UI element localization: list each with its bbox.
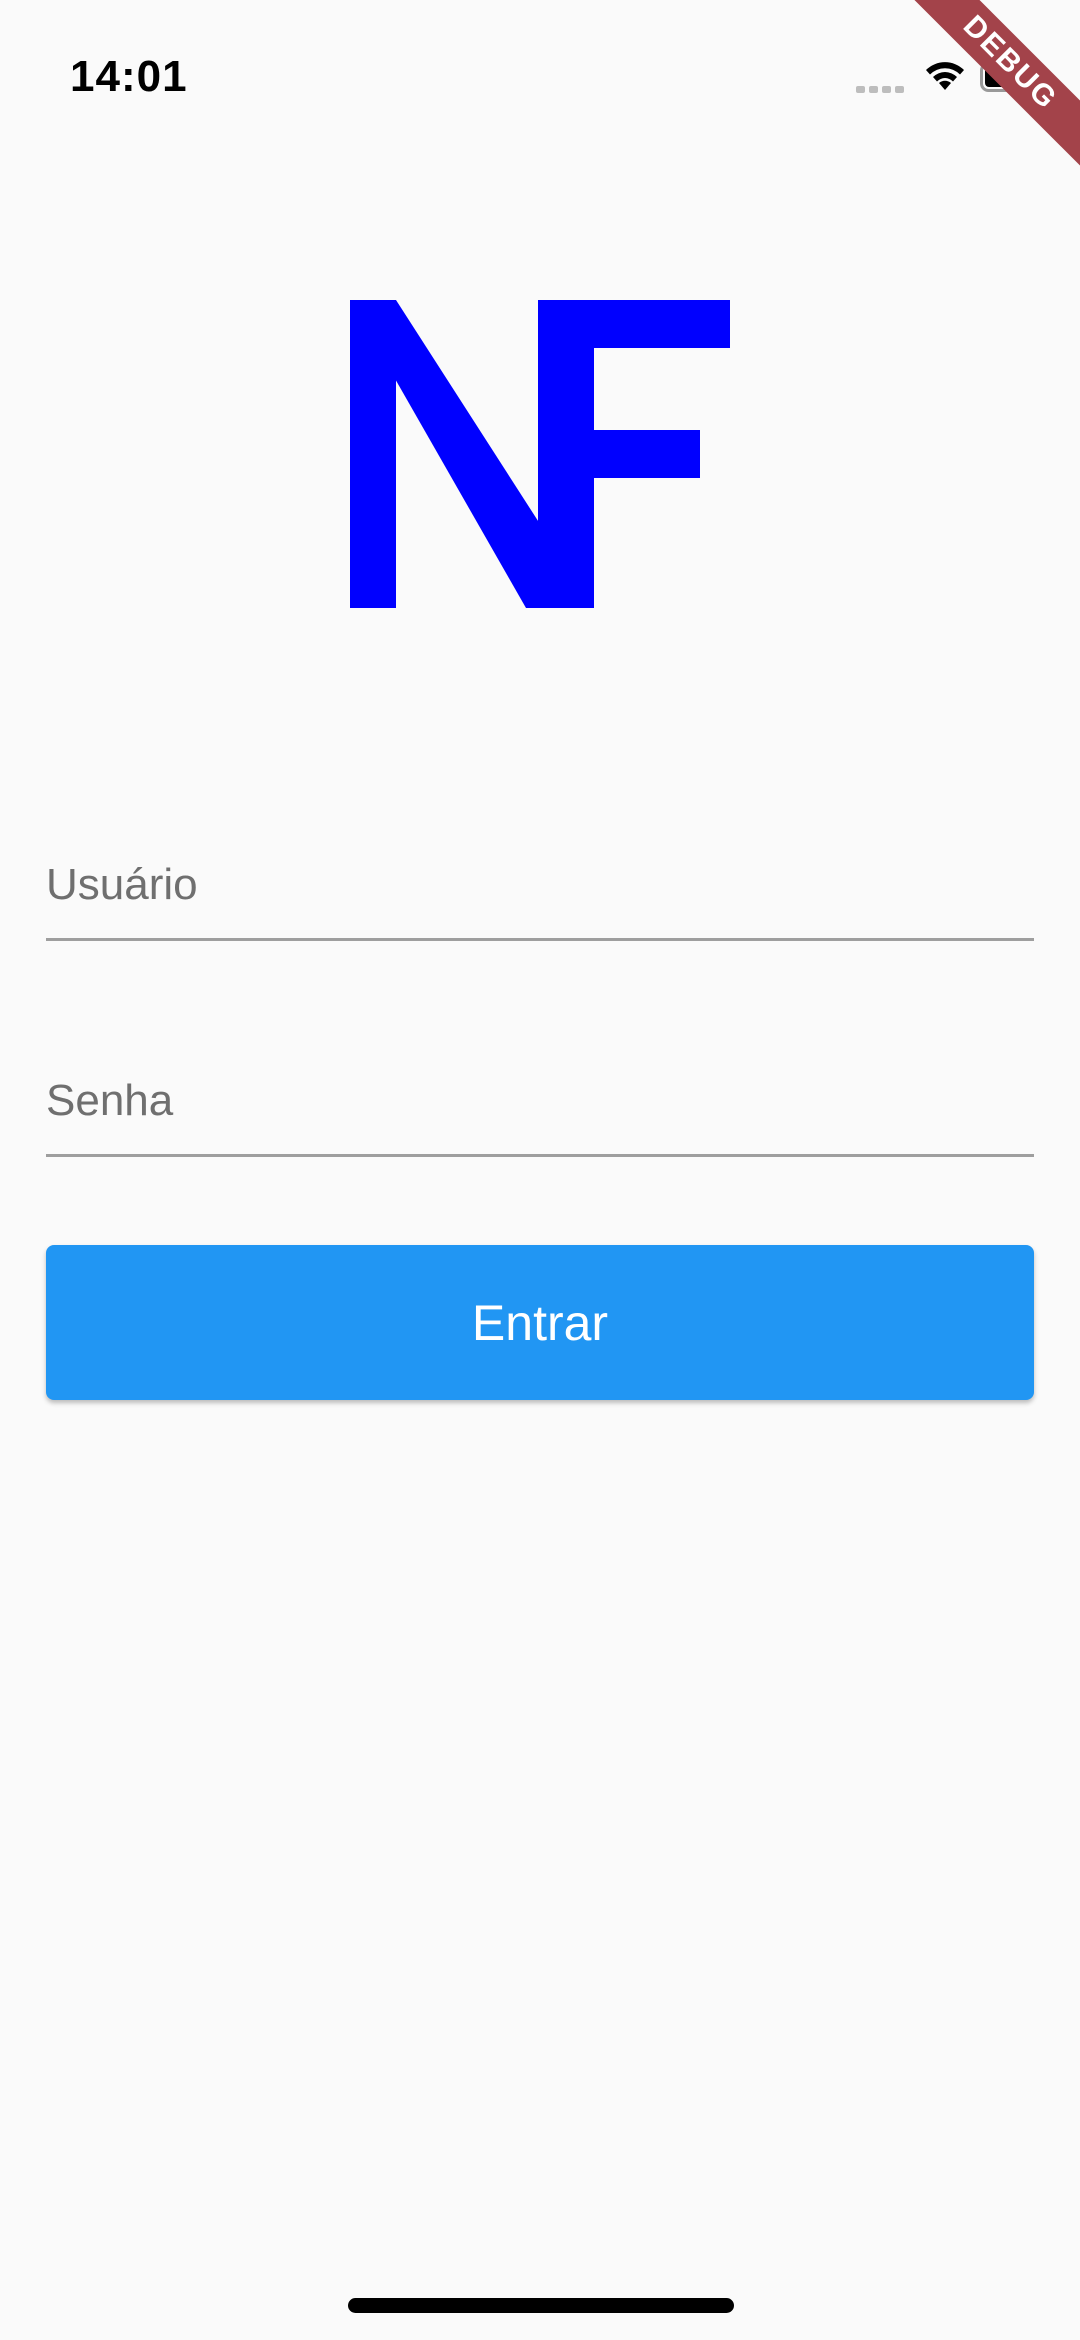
username-field[interactable]	[46, 838, 1034, 941]
login-button[interactable]: Entrar	[46, 1245, 1034, 1400]
wifi-icon	[926, 62, 964, 90]
battery-icon	[980, 62, 1044, 92]
username-input[interactable]	[46, 838, 1034, 938]
nf-logo	[350, 300, 730, 608]
cellular-signal-icon	[856, 86, 904, 93]
password-input[interactable]	[46, 1054, 1034, 1154]
login-screen: 14:01 DEBUG En	[0, 0, 1080, 2340]
home-indicator[interactable]	[348, 2298, 734, 2313]
password-field[interactable]	[46, 1054, 1034, 1157]
status-time: 14:01	[70, 52, 188, 101]
status-bar: 14:01	[0, 0, 1080, 150]
